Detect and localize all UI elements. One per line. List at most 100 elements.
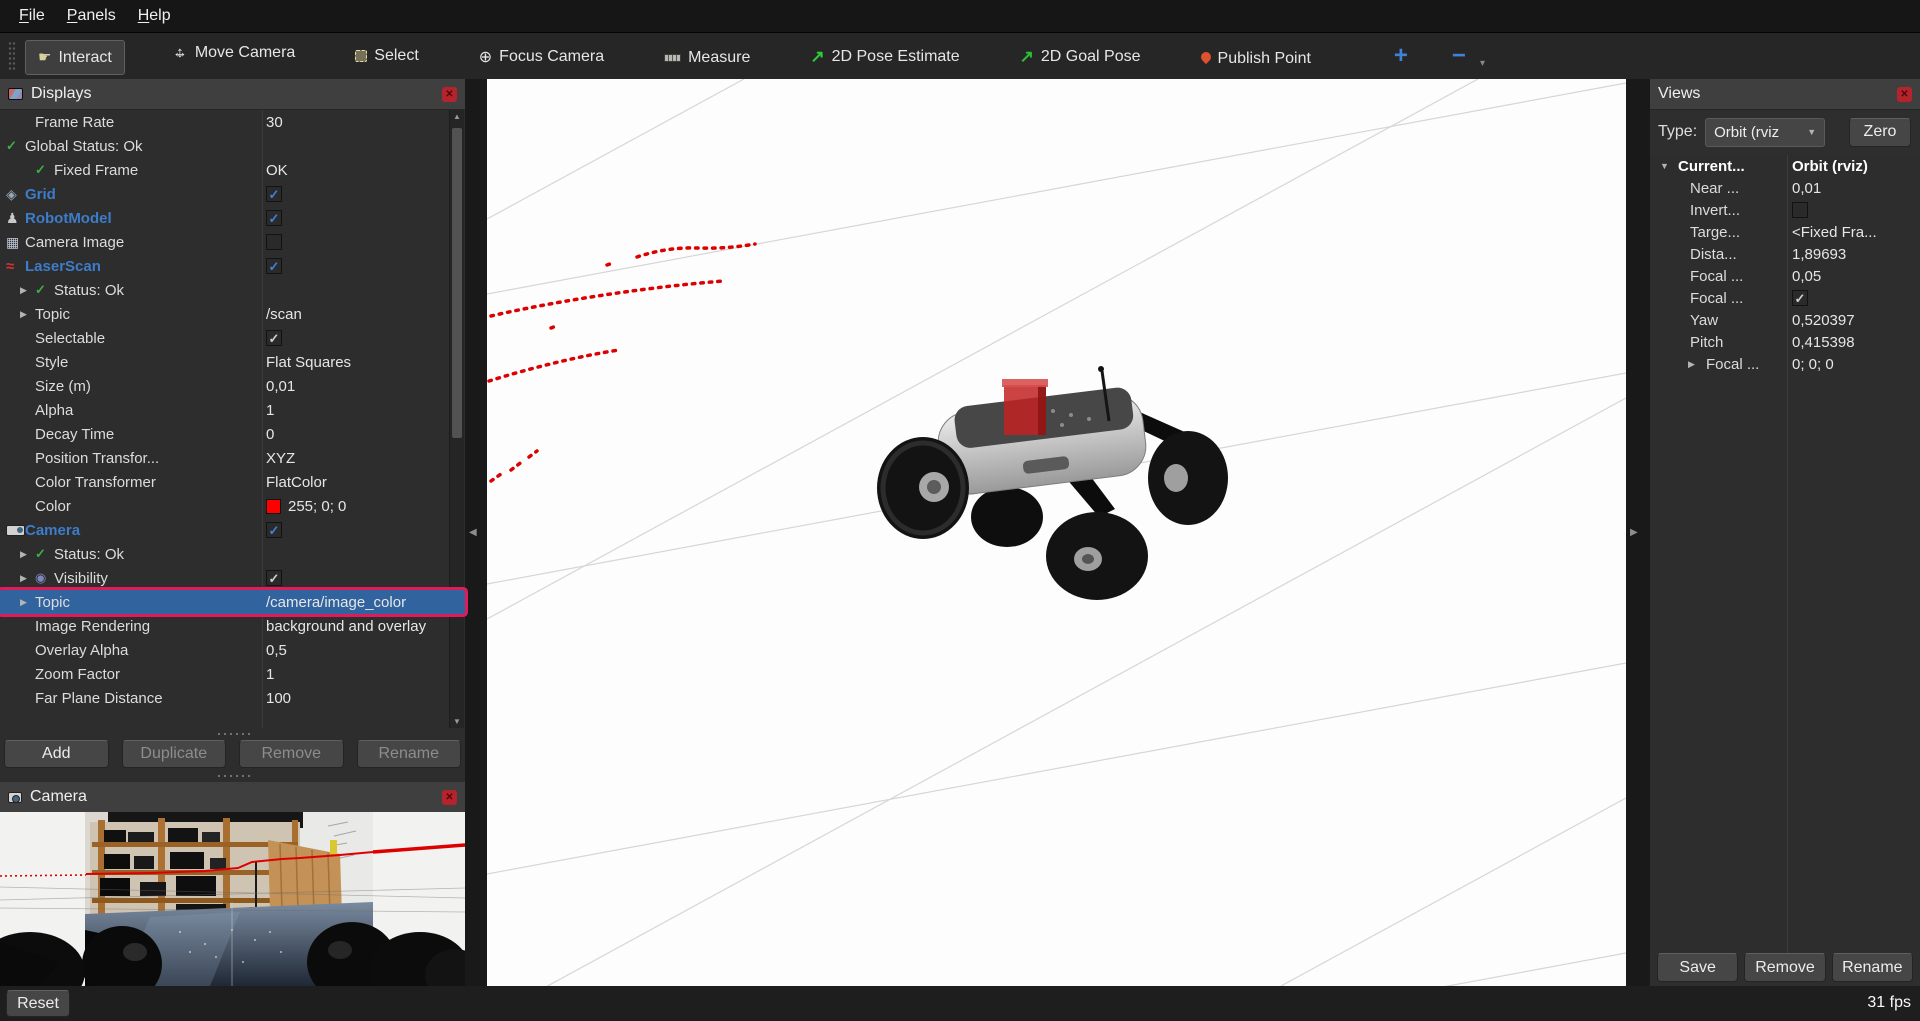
checkbox[interactable]: ✓ [1792,290,1808,306]
scroll-up-icon[interactable]: ▲ [450,112,464,121]
add-tool-button[interactable]: + [1386,42,1416,70]
camera-icon [6,525,25,536]
toolbar-drag-handle[interactable] [8,41,15,71]
checkbox[interactable]: ✓ [266,522,282,538]
view-property-row[interactable]: ▼Current...Orbit (rviz) [1650,155,1920,177]
displays-panel-header[interactable]: Displays ✕ [0,79,465,110]
right-panel-splitter[interactable]: ▶ [1626,79,1650,986]
checkbox[interactable]: ✓ [266,210,282,226]
display-row[interactable]: Alpha1 [0,398,465,422]
view-property-row[interactable]: Near ...0,01 [1650,177,1920,199]
tool-measure[interactable]: Measure [651,41,763,75]
display-row[interactable]: Image Renderingbackground and overlay [0,614,465,638]
tool-move-camera[interactable]: Move Camera [159,36,308,70]
display-row[interactable]: ▶Status: Ok [0,278,465,302]
rename-view-button[interactable]: Rename [1832,953,1913,982]
display-row[interactable]: LaserScan✓ [0,254,465,278]
display-row[interactable]: RobotModel✓ [0,206,465,230]
checkbox[interactable] [266,234,282,250]
display-row[interactable]: ▶Visibility✓ [0,566,465,590]
display-row[interactable]: Far Plane Distance100 [0,686,465,710]
view-property-row[interactable]: Pitch0,415398 [1650,331,1920,353]
display-row[interactable]: Camera✓ [0,518,465,542]
expander-icon[interactable]: ▶ [20,597,35,608]
tool-2d-goal-pose[interactable]: 2D Goal Pose [1007,39,1154,75]
close-icon[interactable]: ✕ [442,87,457,102]
tool-publish-point[interactable]: Publish Point [1188,42,1324,76]
remove-tool-button[interactable]: − [1444,42,1474,70]
panel-resize-handle[interactable] [0,728,465,740]
remove-view-button[interactable]: Remove [1744,953,1825,982]
display-row[interactable]: Decay Time0 [0,422,465,446]
menu-item-file[interactable]: File [8,2,56,30]
display-row[interactable]: StyleFlat Squares [0,350,465,374]
tool-2d-pose-estimate[interactable]: 2D Pose Estimate [797,39,972,75]
checkbox[interactable] [1792,202,1808,218]
scroll-down-icon[interactable]: ▼ [450,717,464,726]
zero-button[interactable]: Zero [1849,118,1911,147]
expander-icon[interactable]: ▶ [20,573,35,584]
view-property-row[interactable]: Dista...1,89693 [1650,243,1920,265]
display-row[interactable]: Size (m)0,01 [0,374,465,398]
tool-interact[interactable]: Interact [25,40,125,75]
row-value: ✓ [1792,290,1808,306]
toolbar-overflow-icon[interactable]: ▾ [1480,58,1485,69]
tool-label: 2D Pose Estimate [832,48,960,66]
view-property-row[interactable]: Targe...<Fixed Fra... [1650,221,1920,243]
display-row[interactable]: ▶Status: Ok [0,542,465,566]
views-panel-header[interactable]: Views ✕ [1650,79,1920,110]
display-row[interactable]: Zoom Factor1 [0,662,465,686]
display-row[interactable]: Overlay Alpha0,5 [0,638,465,662]
expander-icon[interactable]: ▶ [20,549,35,560]
row-value: 1,89693 [1792,246,1846,263]
reset-button[interactable]: Reset [6,990,70,1017]
display-row[interactable]: Global Status: Ok [0,134,465,158]
close-icon[interactable]: ✕ [442,790,457,805]
menu-item-help[interactable]: Help [127,2,182,30]
view-property-row[interactable]: ▶Focal ...0; 0; 0 [1650,353,1920,375]
close-icon[interactable]: ✕ [1897,87,1912,102]
collapse-left-icon[interactable]: ◀ [469,527,477,538]
display-row[interactable]: Frame Rate30 [0,110,465,134]
view-property-row[interactable]: Focal ...✓ [1650,287,1920,309]
panel-resize-handle[interactable] [0,770,465,782]
row-value: FlatColor [266,474,327,491]
color-swatch[interactable] [266,499,281,514]
expander-icon[interactable]: ▶ [1688,359,1706,370]
check-icon [35,282,54,298]
camera-feed-view[interactable] [0,812,465,986]
view-type-dropdown[interactable]: Orbit (rviz▼ [1705,118,1825,147]
display-row[interactable]: Grid✓ [0,182,465,206]
tool-focus-camera[interactable]: Focus Camera [466,39,617,75]
scrollbar-thumb[interactable] [452,128,462,438]
display-row[interactable]: Fixed FrameOK [0,158,465,182]
tool-label: 2D Goal Pose [1041,48,1141,66]
display-row[interactable]: Color255; 0; 0 [0,494,465,518]
3d-viewport[interactable] [487,79,1626,986]
camera-panel-header[interactable]: Camera ✕ [0,782,465,813]
expander-icon[interactable]: ▼ [1660,161,1678,171]
view-property-row[interactable]: Invert... [1650,199,1920,221]
checkbox[interactable]: ✓ [266,330,282,346]
display-row-selected[interactable]: ▶Topic/camera/image_color [0,590,465,614]
save-view-button[interactable]: Save [1657,953,1738,982]
expander-icon[interactable]: ▶ [20,285,35,296]
display-row[interactable]: Color TransformerFlatColor [0,470,465,494]
display-row[interactable]: ▶Topic/scan [0,302,465,326]
checkbox[interactable]: ✓ [266,186,282,202]
displays-scrollbar[interactable]: ▲ ▼ [449,110,464,728]
laser-icon [6,258,25,275]
display-row[interactable]: Position Transfor...XYZ [0,446,465,470]
add-button[interactable]: Add [4,740,109,768]
checkbox[interactable]: ✓ [266,258,282,274]
display-row[interactable]: Selectable✓ [0,326,465,350]
view-property-row[interactable]: Yaw0,520397 [1650,309,1920,331]
view-property-row[interactable]: Focal ...0,05 [1650,265,1920,287]
left-panel-splitter[interactable]: ◀ [465,79,487,986]
collapse-right-icon[interactable]: ▶ [1630,527,1638,538]
checkbox[interactable]: ✓ [266,570,282,586]
display-row[interactable]: Camera Image [0,230,465,254]
menu-item-panels[interactable]: Panels [56,2,127,30]
expander-icon[interactable]: ▶ [20,309,35,320]
tool-select[interactable]: Select [342,39,431,73]
